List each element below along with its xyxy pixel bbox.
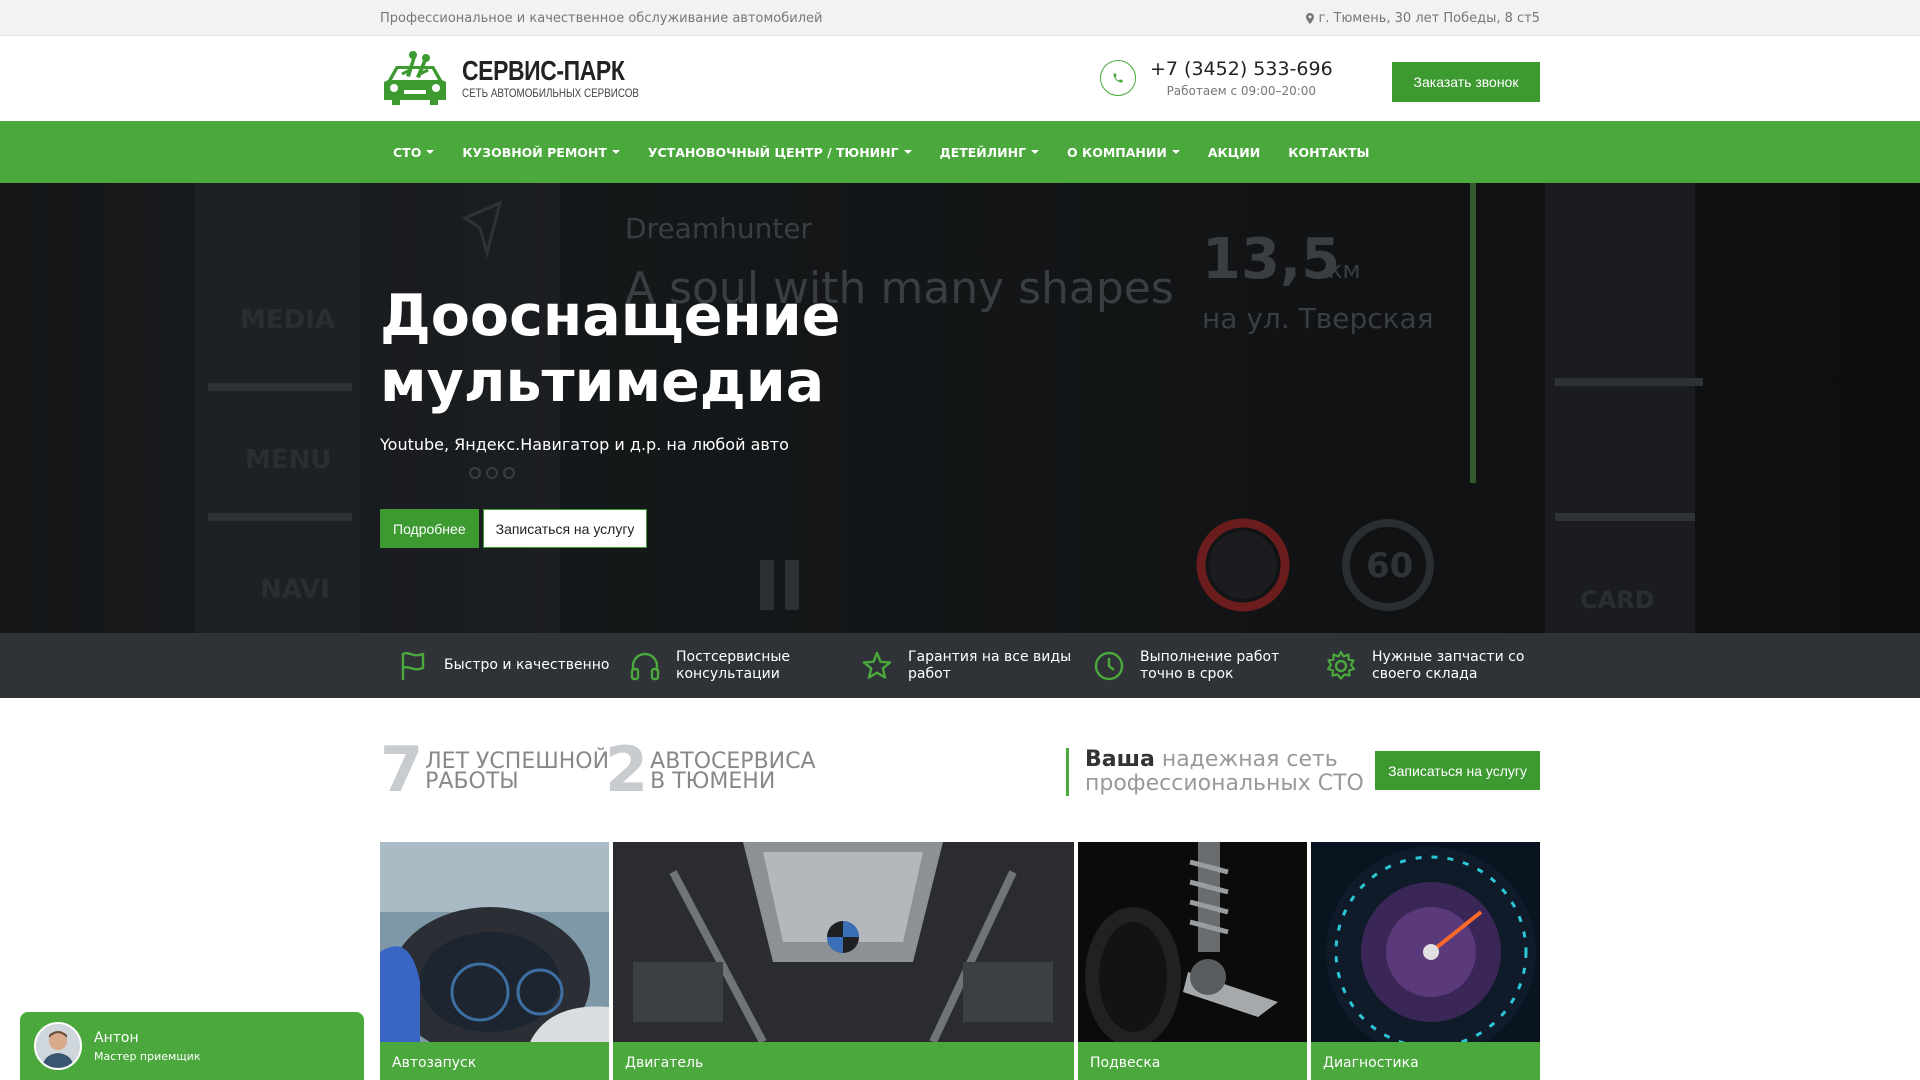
phone-number[interactable]: +7 (3452) 533-696 (1150, 58, 1333, 80)
feature-text: Нужные запчасти со своего склада (1372, 648, 1525, 682)
star-icon (862, 651, 892, 679)
feature-text: Гарантия на все виды работ (908, 648, 1072, 682)
feature-item: Гарантия на все виды работ (844, 649, 1076, 683)
stats-signup-button[interactable]: Записаться на услугу (1375, 751, 1540, 790)
tile-engine[interactable]: Двигатель (613, 842, 1074, 1080)
stat-years: 7 ЛЕТ УСПЕШНОЙ РАБОТЫ (380, 733, 609, 806)
main-nav: СТО КУЗОВНОЙ РЕМОНТ УСТАНОВОЧНЫЙ ЦЕНТР /… (0, 121, 1920, 183)
caret-down-icon (426, 150, 435, 154)
working-hours: Работаем с 09:00–20:00 (1166, 84, 1317, 98)
logo-subtitle: Сеть автомобильных сервисов (462, 86, 639, 100)
headphones-icon (630, 652, 660, 680)
person-avatar-icon (36, 1024, 80, 1068)
tile-autostart[interactable]: Автозапуск (380, 842, 609, 1080)
chat-agent-role: Мастер приемщик (94, 1049, 201, 1063)
more-button[interactable]: Подробнее (380, 509, 479, 548)
phone-block: +7 (3452) 533-696 Работаем с 09:00–20:00 (1100, 58, 1333, 98)
address[interactable]: г. Тюмень, 30 лет Победы, 8 ст5 (1306, 11, 1540, 26)
nav-item-detailing[interactable]: ДЕТЕЙЛИНГ (926, 145, 1053, 160)
feature-item: Нужные запчасти со своего склада (1308, 649, 1540, 683)
nav-item-label: О КОМПАНИИ (1067, 144, 1167, 160)
tile-label: Диагностика (1311, 1042, 1540, 1080)
hero-bg-card-text: CARD (1580, 586, 1655, 614)
hero-slider: MEDIA MENU NAVI CARD Dreamhunter A soul … (0, 183, 1920, 633)
feature-text: Быстро и качественно (444, 657, 610, 673)
nav-item-label: СТО (393, 144, 422, 160)
feature-text: Постсервисные консультации (676, 648, 791, 682)
request-callback-button[interactable]: Заказать звонок (1392, 62, 1540, 102)
site-tagline: Профессиональное и качественное обслужив… (380, 10, 823, 26)
caret-down-icon (611, 150, 620, 154)
car-service-logo-icon (384, 51, 446, 105)
caret-down-icon (1031, 150, 1040, 154)
tile-diagnostics[interactable]: Диагностика (1311, 842, 1540, 1080)
stats-row: 7 ЛЕТ УСПЕШНОЙ РАБОТЫ 2 АВТОСЕРВИСА В ТЮ… (380, 733, 1540, 806)
service-tiles: Автозапуск Двигатель Подвеска Диагностик… (380, 842, 1540, 1080)
chat-widget[interactable]: Антон Мастер приемщик (20, 1012, 364, 1080)
diagnostics-image (1311, 842, 1540, 1042)
nav-item-label: ДЕТЕЙЛИНГ (939, 144, 1027, 160)
feature-item: Выполнение работ точно в срок (1076, 649, 1308, 683)
caret-down-icon (1171, 150, 1180, 154)
slogan: Ваша надежная сеть профессиональных СТО (1066, 748, 1364, 796)
stat-years-line-2: РАБОТЫ (425, 769, 519, 794)
stat-years-number: 7 (380, 733, 424, 806)
tile-label: Автозапуск (380, 1042, 609, 1080)
nav-item-label: КОНТАКТЫ (1288, 144, 1370, 160)
logo-title: СЕРВИС-ПАРК (462, 55, 625, 86)
features-band: Быстро и качественно Постсервисные консу… (0, 633, 1920, 698)
tile-suspension[interactable]: Подвеска (1078, 842, 1307, 1080)
hero-signup-button[interactable]: Записаться на услугу (482, 509, 648, 548)
slogan-line-1: надежная сеть (1154, 747, 1338, 772)
gear-icon (1326, 650, 1356, 680)
address-text: г. Тюмень, 30 лет Победы, 8 ст5 (1318, 10, 1540, 26)
nav-item-contacts[interactable]: КОНТАКТЫ (1274, 145, 1383, 160)
nav-item-about[interactable]: О КОМПАНИИ (1053, 145, 1194, 160)
tile-label: Подвеска (1078, 1042, 1307, 1080)
nav-item-body-repair[interactable]: КУЗОВНОЙ РЕМОНТ (448, 145, 634, 160)
chat-agent-name: Антон (94, 1029, 139, 1046)
logo[interactable]: СЕРВИС-ПАРК Сеть автомобильных сервисов (380, 50, 678, 106)
stat-services-text: АВТОСЕРВИСА В ТЮМЕНИ (650, 751, 815, 794)
phone-icon[interactable] (1100, 60, 1136, 96)
stat-services: 2 АВТОСЕРВИСА В ТЮМЕНИ (605, 733, 816, 806)
nav-item-label: АКЦИИ (1207, 144, 1261, 160)
stat-services-number: 2 (605, 733, 649, 806)
slogan-line-2: профессиональных СТО (1085, 771, 1364, 796)
top-bar: Профессиональное и качественное обслужив… (0, 0, 1920, 36)
caret-down-icon (903, 150, 912, 154)
avatar (34, 1022, 82, 1070)
engine-image (613, 842, 1074, 1042)
autostart-image (380, 842, 609, 1042)
flag-icon (401, 651, 425, 680)
nav-item-tuning[interactable]: УСТАНОВОЧНЫЙ ЦЕНТР / ТЮНИНГ (634, 145, 926, 160)
stat-years-text: ЛЕТ УСПЕШНОЙ РАБОТЫ (425, 751, 609, 794)
hero-bg-menu-text: MENU (245, 445, 332, 475)
feature-text: Выполнение работ точно в срок (1140, 648, 1280, 682)
stat-services-line-2: В ТЮМЕНИ (650, 769, 776, 794)
nav-item-promotions[interactable]: АКЦИИ (1194, 145, 1274, 160)
nav-item-label: УСТАНОВОЧНЫЙ ЦЕНТР / ТЮНИНГ (647, 144, 899, 160)
hero-title: Дооснащение мультимедиа (380, 283, 841, 415)
hero-bg-media-text: MEDIA (240, 305, 335, 335)
nav-item-label: КУЗОВНОЙ РЕМОНТ (462, 144, 607, 160)
suspension-image (1078, 842, 1307, 1042)
tile-label: Двигатель (613, 1042, 1074, 1080)
hero-subtitle: Youtube, Яндекс.Навигатор и д.р. на любо… (380, 435, 789, 454)
header: СЕРВИС-ПАРК Сеть автомобильных сервисов … (0, 36, 1920, 121)
location-pin-icon (1306, 12, 1315, 24)
feature-item: Быстро и качественно (380, 649, 612, 683)
slogan-bold: Ваша (1085, 747, 1155, 772)
clock-icon (1094, 651, 1124, 680)
hero-bg-navi-text: NAVI (260, 575, 330, 605)
feature-item: Постсервисные консультации (612, 649, 844, 683)
nav-item-sto[interactable]: СТО (380, 145, 448, 160)
